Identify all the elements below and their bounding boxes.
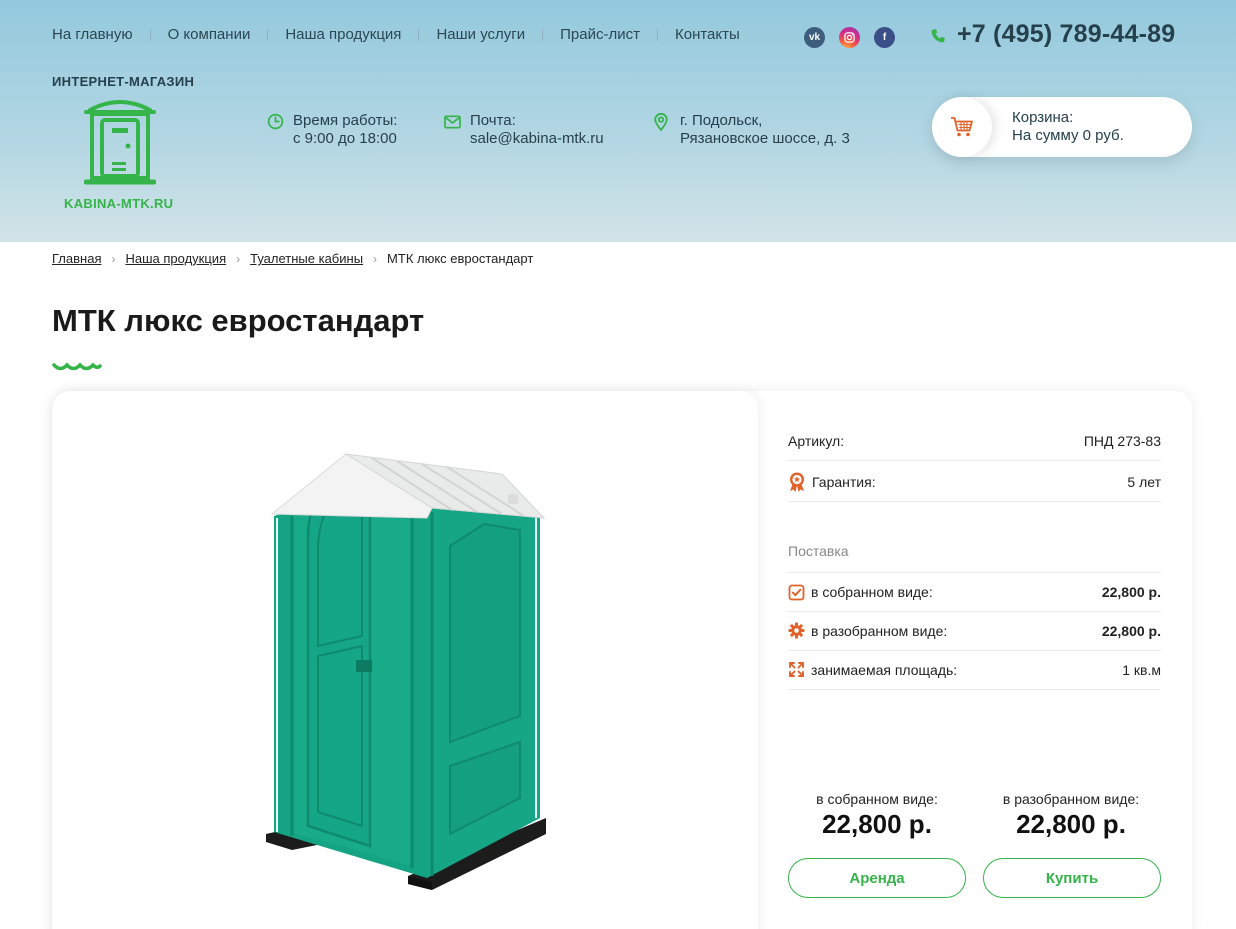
disassembled-label-wrap: в разобранном виде:: [788, 622, 947, 639]
nav-pricelist[interactable]: Прайс-лист: [560, 26, 640, 43]
price-assembled-value: 22,800 р.: [822, 809, 932, 839]
article-label: Артикул:: [788, 432, 845, 449]
disassembled-label: в разобранном виде:: [811, 622, 948, 639]
breadcrumb: Главная › Наша продукция › Туалетные каб…: [52, 251, 533, 266]
checkbox-icon: [788, 584, 805, 600]
vk-icon[interactable]: vk: [804, 27, 825, 48]
spec-warranty: Гарантия: 5 лет: [788, 462, 1161, 502]
nav-products[interactable]: Наша продукция: [285, 26, 401, 43]
mail-link[interactable]: sale@kabina-mtk.ru: [470, 130, 604, 147]
article-value: ПНД 273-83: [1083, 432, 1161, 449]
disassembled-value: 22,800 р.: [1101, 622, 1161, 639]
page-title: МТК люкс евростандарт: [52, 303, 425, 338]
rent-button[interactable]: Аренда: [788, 858, 966, 898]
address-line1: г. Подольск,: [680, 112, 763, 129]
top-nav: На главную О компании Наша продукция Наш…: [52, 26, 740, 43]
email-info: Почта: sale@kabina-mtk.ru: [444, 112, 604, 148]
phone-icon: [931, 29, 945, 43]
instagram-icon[interactable]: [839, 27, 860, 48]
hours-label: Время работы:: [293, 112, 398, 129]
area-value: 1 кв.м: [1122, 661, 1161, 678]
warranty-value: 5 лет: [1127, 473, 1161, 490]
nav-services[interactable]: Наши услуги: [436, 26, 525, 43]
mail-label: Почта:: [470, 112, 516, 129]
spec-disassembled: в разобранном виде: 22,800 р.: [788, 611, 1161, 651]
price-disassembled: в разобранном виде: 22,800 р.: [982, 791, 1160, 840]
warranty-label: Гарантия:: [812, 473, 876, 490]
warranty-medal-icon: [790, 472, 804, 492]
spec-assembled: в собранном виде: 22,800 р.: [788, 572, 1161, 612]
buy-button[interactable]: Купить: [983, 858, 1161, 898]
working-hours: Время работы: с 9:00 до 18:00: [267, 112, 397, 148]
instagram-glyph: [844, 32, 855, 43]
nav-about[interactable]: О компании: [168, 26, 251, 43]
facebook-icon-text: f: [882, 32, 887, 43]
assembled-label-wrap: в собранном виде:: [788, 584, 933, 601]
breadcrumb-toilet-cabins[interactable]: Туалетные кабины: [250, 251, 363, 266]
nav-divider: [149, 28, 151, 41]
hours-value: с 9:00 до 18:00: [293, 130, 397, 147]
breadcrumb-chevron-icon: ›: [111, 251, 116, 266]
expand-arrows-icon: [789, 662, 804, 677]
nav-divider: [542, 28, 544, 41]
mail-icon: [444, 115, 461, 129]
vk-icon-text: vk: [808, 32, 821, 43]
clock-icon: [267, 113, 284, 130]
price-assembled-label: в собранном виде:: [816, 791, 938, 807]
cart-sum: На сумму 0 руб.: [1012, 127, 1124, 144]
shop-caption: ИНТЕРНЕТ-МАГАЗИН: [52, 74, 195, 89]
breadcrumb-chevron-icon: ›: [236, 251, 241, 266]
facebook-icon[interactable]: f: [874, 27, 895, 48]
gear-icon: [788, 622, 805, 639]
product-image[interactable]: [262, 446, 552, 896]
shopping-cart-icon: [951, 117, 973, 137]
logo-cabin-icon[interactable]: [84, 96, 156, 188]
spec-article: Артикул: ПНД 273-83: [788, 421, 1161, 461]
nav-divider: [267, 28, 269, 41]
supply-section-label: Поставка: [788, 543, 849, 559]
nav-divider: [418, 28, 420, 41]
warranty-label-wrap: Гарантия:: [788, 472, 876, 492]
address-info: г. Подольск, Рязановское шоссе, д. 3: [654, 112, 850, 148]
location-pin-icon: [654, 113, 668, 131]
breadcrumb-chevron-icon: ›: [373, 251, 378, 266]
cart-widget[interactable]: Корзина: На сумму 0 руб.: [932, 97, 1192, 157]
nav-divider: [656, 28, 658, 41]
price-disassembled-label: в разобранном виде:: [1002, 791, 1140, 807]
breadcrumb-current: МТК люкс евростандарт: [387, 251, 534, 266]
address-line2: Рязановское шоссе, д. 3: [680, 130, 850, 147]
breadcrumb-products[interactable]: Наша продукция: [125, 251, 226, 266]
price-disassembled-value: 22,800 р.: [1016, 809, 1126, 839]
cart-title: Корзина:: [1012, 109, 1074, 126]
breadcrumb-home[interactable]: Главная: [52, 251, 101, 266]
price-assembled: в собранном виде: 22,800 р.: [788, 791, 966, 840]
nav-home[interactable]: На главную: [52, 26, 133, 43]
assembled-label: в собранном виде:: [811, 584, 933, 600]
spec-area: занимаемая площадь: 1 кв.м: [788, 650, 1161, 690]
nav-contacts[interactable]: Контакты: [675, 26, 740, 43]
cart-icon-wrapper: [932, 97, 992, 157]
phone-number[interactable]: +7 (495) 789-44-89: [957, 20, 1175, 49]
area-label: занимаемая площадь:: [811, 661, 958, 678]
logo-text[interactable]: KABINA-MTK.RU: [64, 196, 173, 211]
area-label-wrap: занимаемая площадь:: [788, 661, 957, 678]
assembled-value: 22,800 р.: [1101, 584, 1161, 600]
title-wave-decoration: [52, 362, 102, 371]
